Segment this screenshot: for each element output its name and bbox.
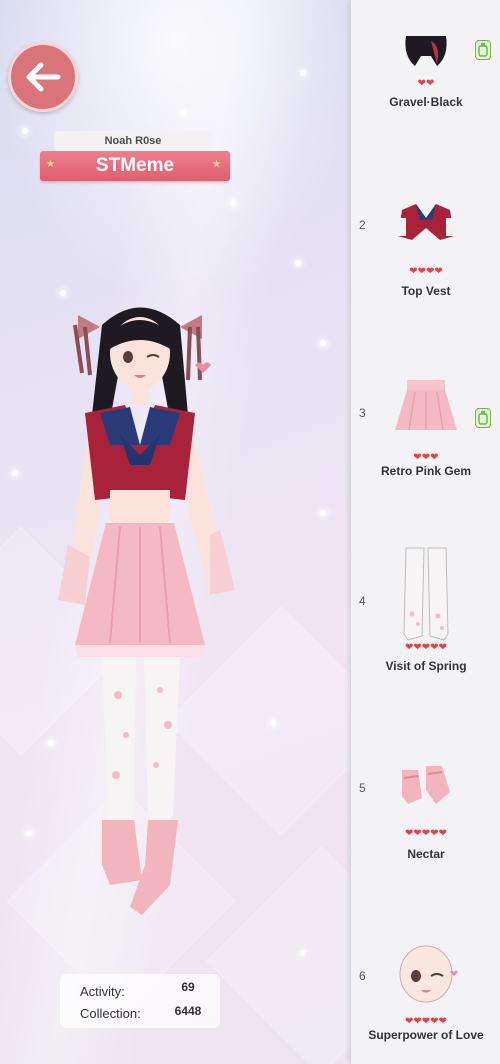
rating-hearts: ❤❤❤❤ (409, 266, 443, 277)
collection-label: Collection: (80, 1006, 141, 1021)
sparkle (300, 70, 306, 76)
item-number: 3 (359, 406, 366, 420)
player-name-card: Noah R0se STMeme ★ ★ (40, 131, 230, 187)
collection-value: 6448 (174, 1004, 202, 1018)
item-name: Nectar (407, 847, 445, 861)
back-arrow-icon (26, 62, 61, 92)
list-item[interactable]: 3 ❤❤❤ Retro Pink Gem (351, 370, 500, 500)
item-name: Visit of Spring (385, 659, 467, 673)
sparkle (12, 470, 18, 476)
player-name: Noah R0se (54, 131, 212, 151)
player-title-ribbon: STMeme (40, 151, 230, 181)
activity-label: Activity: (80, 984, 125, 999)
sparkle (320, 340, 326, 346)
item-number: 6 (359, 969, 366, 983)
dressed-character (58, 307, 235, 915)
star-icon: ★ (46, 159, 55, 170)
sparkle (320, 510, 326, 516)
sparkle (270, 720, 276, 726)
item-number: 2 (359, 218, 366, 232)
bottle-icon (475, 40, 491, 60)
rating-hearts: ❤❤❤❤❤ (405, 828, 447, 839)
list-item[interactable]: 6 ❤❤❤❤❤ Superpower of Love (351, 940, 500, 1064)
rating-hearts: ❤❤ (417, 78, 435, 89)
sparkle (22, 128, 28, 134)
hair-icon (391, 36, 461, 72)
hair-ribbon-left (73, 315, 100, 376)
outfit-items-panel[interactable]: ❤❤ Gravel·Black 2 ❤❤❤❤ Top Vest 3 ❤❤❤ Re… (350, 0, 500, 1064)
item-number: 4 (359, 594, 366, 608)
rating-hearts: ❤❤❤❤❤ (405, 1016, 447, 1027)
item-name: Gravel·Black (389, 95, 463, 109)
list-item[interactable]: ❤❤ Gravel·Black (351, 0, 500, 120)
face-icon (391, 944, 461, 1008)
rating-hearts: ❤❤❤❤❤ (405, 642, 447, 653)
stats-box: Activity: 69 Collection: 6448 (60, 974, 220, 1028)
vest-icon (391, 198, 461, 248)
list-item[interactable]: 2 ❤❤❤❤ Top Vest (351, 190, 500, 310)
bottle-icon (475, 408, 491, 428)
stockings-icon (391, 544, 461, 644)
back-button[interactable] (8, 42, 78, 112)
shoes-icon (391, 760, 461, 810)
sparkle (300, 950, 306, 956)
activity-value: 69 (181, 980, 195, 994)
item-name: Superpower of Love (368, 1028, 484, 1042)
item-name: Retro Pink Gem (380, 464, 472, 478)
sparkle (230, 200, 236, 206)
list-item[interactable]: 4 ❤❤❤❤❤ Visit of Spring (351, 540, 500, 680)
star-icon: ★ (212, 159, 221, 170)
skirt-icon (391, 376, 461, 436)
sparkle (295, 260, 301, 266)
item-name: Top Vest (401, 284, 451, 298)
rating-hearts: ❤❤❤ (413, 452, 439, 463)
sparkle (180, 110, 186, 116)
list-item[interactable]: 5 ❤❤❤❤❤ Nectar (351, 750, 500, 870)
item-number: 5 (359, 781, 366, 795)
